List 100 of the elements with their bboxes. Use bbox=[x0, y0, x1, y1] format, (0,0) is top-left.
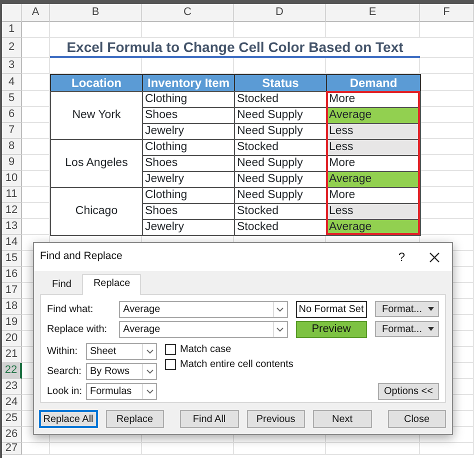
table-header: Inventory Item bbox=[142, 74, 235, 92]
table-cell: Need Supply bbox=[234, 171, 327, 188]
dropdown[interactable]: Formulas bbox=[86, 383, 157, 400]
spreadsheet-cell[interactable] bbox=[420, 58, 474, 74]
text-field[interactable]: Average bbox=[119, 300, 288, 318]
row-header[interactable]: 3 bbox=[2, 58, 22, 74]
table-cell: Clothing bbox=[142, 91, 235, 108]
field-label: Within: bbox=[47, 345, 79, 359]
row-header[interactable]: 7 bbox=[2, 123, 22, 139]
spreadsheet-cell[interactable] bbox=[326, 443, 420, 455]
caret-icon[interactable] bbox=[142, 384, 156, 399]
row-header[interactable]: 8 bbox=[2, 139, 22, 155]
spreadsheet-cell[interactable] bbox=[50, 443, 142, 455]
column-header[interactable]: B bbox=[50, 4, 142, 22]
table-header: Demand bbox=[326, 74, 421, 92]
spreadsheet-cell[interactable] bbox=[420, 443, 474, 455]
table-cell: Need Supply bbox=[234, 107, 327, 124]
table-cell: More bbox=[326, 155, 421, 172]
column-header[interactable]: E bbox=[326, 4, 420, 22]
format-preview: Preview bbox=[296, 320, 367, 338]
dropdown[interactable]: Sheet bbox=[86, 343, 157, 360]
row-header[interactable]: 24 bbox=[2, 395, 22, 411]
table-cell: Shoes bbox=[142, 155, 235, 172]
column-header[interactable]: A bbox=[22, 4, 50, 22]
column-header[interactable]: F bbox=[420, 4, 474, 22]
tab[interactable]: Replace bbox=[82, 274, 142, 295]
row-header[interactable]: 22 bbox=[2, 363, 22, 379]
column-header[interactable]: C bbox=[142, 4, 234, 22]
spreadsheet-cell[interactable] bbox=[234, 443, 326, 455]
row-header[interactable]: 4 bbox=[2, 74, 22, 91]
text-field[interactable]: Average bbox=[119, 320, 288, 338]
row-header[interactable]: 5 bbox=[2, 91, 22, 107]
spreadsheet-cell[interactable] bbox=[22, 58, 50, 74]
caret-icon bbox=[428, 307, 434, 311]
tab[interactable]: Find bbox=[41, 275, 82, 294]
row-header[interactable]: 12 bbox=[2, 203, 22, 219]
row-header[interactable]: 9 bbox=[2, 155, 22, 171]
select-all-corner[interactable] bbox=[2, 4, 22, 22]
spreadsheet-cell[interactable] bbox=[22, 22, 50, 38]
row-header[interactable]: 20 bbox=[2, 331, 22, 347]
row-header[interactable]: 1 bbox=[2, 22, 22, 38]
column-header[interactable]: D bbox=[234, 4, 326, 22]
row-header[interactable]: 14 bbox=[2, 235, 22, 251]
row-header[interactable]: 13 bbox=[2, 219, 22, 235]
dialog-button[interactable]: Previous bbox=[246, 410, 306, 428]
row-header[interactable]: 25 bbox=[2, 411, 22, 427]
row-header[interactable]: 21 bbox=[2, 347, 22, 363]
table-cell: Average bbox=[326, 171, 421, 188]
table-header: Status bbox=[234, 74, 327, 92]
checkbox-label: Match entire cell contents bbox=[180, 358, 294, 372]
table-cell: Shoes bbox=[142, 203, 235, 220]
row-header[interactable]: 26 bbox=[2, 427, 22, 443]
table-cell: Jewelry bbox=[142, 171, 235, 188]
table-header: Location bbox=[50, 74, 143, 92]
dialog-button[interactable]: Replace bbox=[106, 410, 164, 428]
table-cell: Stocked bbox=[234, 219, 327, 236]
table-cell: Jewelry bbox=[142, 123, 235, 140]
table-cell: Jewelry bbox=[142, 219, 235, 236]
format-button[interactable]: Format... bbox=[374, 301, 439, 317]
dialog-button[interactable]: Close bbox=[388, 410, 446, 428]
field-label: Find what: bbox=[47, 302, 94, 316]
row-header[interactable]: 16 bbox=[2, 267, 22, 283]
table-cell: Clothing bbox=[142, 139, 235, 156]
table-cell: Clothing bbox=[142, 187, 235, 204]
row-header[interactable]: 23 bbox=[2, 379, 22, 395]
row-header[interactable]: 11 bbox=[2, 187, 22, 203]
dialog-button[interactable]: Next bbox=[313, 410, 372, 428]
caret-icon bbox=[428, 327, 434, 331]
format-button[interactable]: Format... bbox=[374, 321, 439, 337]
row-header[interactable]: 18 bbox=[2, 299, 22, 315]
row-header[interactable]: 10 bbox=[2, 171, 22, 187]
row-header[interactable]: 15 bbox=[2, 251, 22, 267]
help-button[interactable]: ? bbox=[398, 248, 405, 266]
table-cell: Stocked bbox=[234, 203, 327, 220]
checkbox[interactable] bbox=[165, 358, 176, 370]
options-button[interactable]: Options << bbox=[378, 383, 439, 400]
dialog-button[interactable]: Replace All bbox=[39, 410, 98, 428]
row-header[interactable]: 2 bbox=[2, 38, 22, 58]
table-cell: New York bbox=[50, 91, 143, 140]
spreadsheet-cell[interactable] bbox=[22, 443, 50, 455]
row-header[interactable]: 19 bbox=[2, 315, 22, 331]
dialog-title: Find and Replace bbox=[40, 249, 124, 264]
table-cell: Need Supply bbox=[234, 187, 327, 204]
spreadsheet-cell[interactable] bbox=[420, 22, 474, 38]
checkbox[interactable] bbox=[165, 344, 176, 354]
row-header[interactable]: 6 bbox=[2, 107, 22, 123]
table-cell: Chicago bbox=[50, 187, 143, 236]
table-cell: Less bbox=[326, 139, 421, 156]
row-header[interactable]: 17 bbox=[2, 283, 22, 299]
table-cell: Less bbox=[326, 203, 421, 220]
row-header[interactable]: 27 bbox=[2, 443, 22, 455]
spreadsheet-cell[interactable] bbox=[142, 443, 234, 455]
table-cell: More bbox=[326, 187, 421, 204]
caret-icon[interactable] bbox=[142, 344, 156, 359]
checkbox-label: Match case bbox=[180, 342, 232, 356]
dialog-button[interactable]: Find All bbox=[180, 410, 239, 428]
caret-icon[interactable] bbox=[142, 364, 156, 379]
dropdown[interactable]: By Rows bbox=[86, 363, 157, 380]
table-cell: Less bbox=[326, 123, 421, 140]
close-icon[interactable] bbox=[429, 252, 440, 262]
